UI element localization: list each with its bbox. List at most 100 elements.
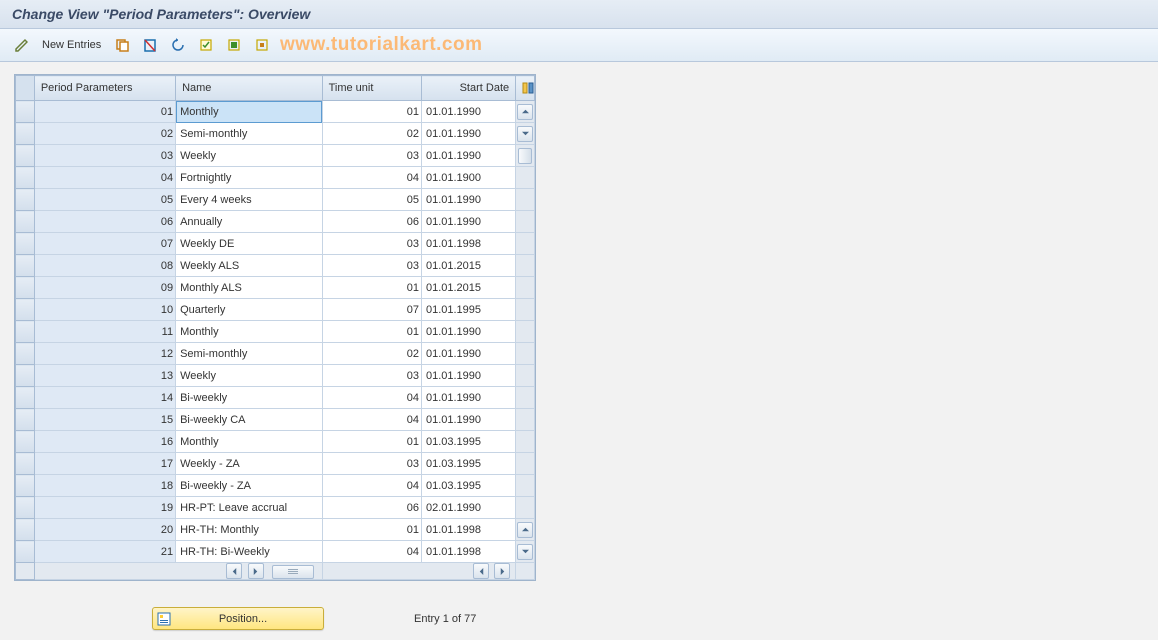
- col-start-date[interactable]: Start Date: [421, 76, 515, 101]
- cell-start-date[interactable]: 01.01.1990: [421, 211, 515, 233]
- cell-time-unit[interactable]: 06: [322, 211, 421, 233]
- cell-time-unit[interactable]: 02: [322, 123, 421, 145]
- cell-start-date[interactable]: 01.03.1995: [421, 431, 515, 453]
- toggle-change-icon[interactable]: [10, 34, 32, 56]
- cell-name[interactable]: HR-PT: Leave accrual: [176, 497, 322, 519]
- cell-name[interactable]: Semi-monthly: [176, 123, 322, 145]
- cell-period-parameters[interactable]: 18: [34, 475, 175, 497]
- cell-period-parameters[interactable]: 01: [34, 101, 175, 123]
- cell-period-parameters[interactable]: 11: [34, 321, 175, 343]
- row-selector[interactable]: [16, 299, 35, 321]
- cell-start-date[interactable]: 01.01.1990: [421, 321, 515, 343]
- cell-name[interactable]: Bi-weekly CA: [176, 409, 322, 431]
- cell-name[interactable]: HR-TH: Bi-Weekly: [176, 541, 322, 563]
- cell-start-date[interactable]: 01.01.1990: [421, 365, 515, 387]
- cell-time-unit[interactable]: 01: [322, 321, 421, 343]
- col-name[interactable]: Name: [176, 76, 322, 101]
- select-all-icon[interactable]: [195, 34, 217, 56]
- hscroll2-right-btn[interactable]: [494, 563, 510, 579]
- cell-start-date[interactable]: 01.01.1998: [421, 519, 515, 541]
- table-config-icon[interactable]: [516, 76, 535, 101]
- cell-time-unit[interactable]: 06: [322, 497, 421, 519]
- cell-period-parameters[interactable]: 21: [34, 541, 175, 563]
- cell-time-unit[interactable]: 03: [322, 145, 421, 167]
- cell-name[interactable]: Annually: [176, 211, 322, 233]
- cell-period-parameters[interactable]: 05: [34, 189, 175, 211]
- col-time-unit[interactable]: Time unit: [322, 76, 421, 101]
- row-selector[interactable]: [16, 277, 35, 299]
- row-selector[interactable]: [16, 409, 35, 431]
- hscroll-thumb[interactable]: [272, 565, 314, 579]
- position-button[interactable]: Position...: [152, 607, 324, 630]
- cell-start-date[interactable]: 01.01.1995: [421, 299, 515, 321]
- cell-time-unit[interactable]: 04: [322, 409, 421, 431]
- cell-period-parameters[interactable]: 13: [34, 365, 175, 387]
- cell-period-parameters[interactable]: 19: [34, 497, 175, 519]
- row-selector[interactable]: [16, 519, 35, 541]
- row-selector[interactable]: [16, 167, 35, 189]
- cell-name[interactable]: Bi-weekly: [176, 387, 322, 409]
- row-selector[interactable]: [16, 343, 35, 365]
- cell-period-parameters[interactable]: 08: [34, 255, 175, 277]
- cell-start-date[interactable]: 01.01.1990: [421, 101, 515, 123]
- cell-name[interactable]: Fortnightly: [176, 167, 322, 189]
- new-entries-button[interactable]: New Entries: [38, 39, 105, 51]
- cell-period-parameters[interactable]: 02: [34, 123, 175, 145]
- cell-time-unit[interactable]: 07: [322, 299, 421, 321]
- select-block-icon[interactable]: [223, 34, 245, 56]
- cell-time-unit[interactable]: 04: [322, 541, 421, 563]
- row-selector[interactable]: [16, 233, 35, 255]
- cell-start-date[interactable]: 01.01.1998: [421, 233, 515, 255]
- select-all-rows[interactable]: [16, 76, 35, 101]
- delete-icon[interactable]: [139, 34, 161, 56]
- cell-start-date[interactable]: 01.01.1990: [421, 343, 515, 365]
- cell-start-date[interactable]: 01.01.1900: [421, 167, 515, 189]
- hscroll-right-btn[interactable]: [248, 563, 264, 579]
- cell-time-unit[interactable]: 05: [322, 189, 421, 211]
- cell-time-unit[interactable]: 03: [322, 365, 421, 387]
- cell-name[interactable]: Bi-weekly - ZA: [176, 475, 322, 497]
- cell-period-parameters[interactable]: 09: [34, 277, 175, 299]
- cell-name[interactable]: Monthly: [176, 321, 322, 343]
- cell-name[interactable]: Semi-monthly: [176, 343, 322, 365]
- cell-start-date[interactable]: 01.01.1998: [421, 541, 515, 563]
- cell-start-date[interactable]: 01.01.1990: [421, 387, 515, 409]
- cell-time-unit[interactable]: 01: [322, 277, 421, 299]
- cell-time-unit[interactable]: 04: [322, 387, 421, 409]
- cell-time-unit[interactable]: 03: [322, 453, 421, 475]
- row-selector[interactable]: [16, 189, 35, 211]
- row-selector[interactable]: [16, 145, 35, 167]
- row-selector[interactable]: [16, 321, 35, 343]
- vscroll-down-btn[interactable]: [516, 123, 535, 145]
- cell-time-unit[interactable]: 04: [322, 167, 421, 189]
- cell-start-date[interactable]: 02.01.1990: [421, 497, 515, 519]
- cell-name[interactable]: Monthly ALS: [176, 277, 322, 299]
- vscroll-up-btn-bottom[interactable]: [516, 519, 535, 541]
- cell-name[interactable]: HR-TH: Monthly: [176, 519, 322, 541]
- vscroll-down-btn-bottom[interactable]: [516, 541, 535, 563]
- cell-time-unit[interactable]: 01: [322, 101, 421, 123]
- cell-start-date[interactable]: 01.01.2015: [421, 255, 515, 277]
- cell-period-parameters[interactable]: 20: [34, 519, 175, 541]
- row-selector[interactable]: [16, 211, 35, 233]
- cell-start-date[interactable]: 01.01.1990: [421, 123, 515, 145]
- hscroll-left-btn[interactable]: [226, 563, 242, 579]
- cell-name[interactable]: Weekly DE: [176, 233, 322, 255]
- cell-time-unit[interactable]: 01: [322, 431, 421, 453]
- cell-period-parameters[interactable]: 03: [34, 145, 175, 167]
- row-selector[interactable]: [16, 453, 35, 475]
- cell-period-parameters[interactable]: 16: [34, 431, 175, 453]
- cell-name[interactable]: Weekly: [176, 365, 322, 387]
- undo-icon[interactable]: [167, 34, 189, 56]
- cell-period-parameters[interactable]: 14: [34, 387, 175, 409]
- cell-name[interactable]: Monthly: [176, 101, 322, 123]
- row-selector[interactable]: [16, 365, 35, 387]
- row-selector[interactable]: [16, 101, 35, 123]
- row-selector[interactable]: [16, 255, 35, 277]
- cell-period-parameters[interactable]: 04: [34, 167, 175, 189]
- row-selector[interactable]: [16, 541, 35, 563]
- cell-period-parameters[interactable]: 15: [34, 409, 175, 431]
- col-period-parameters[interactable]: Period Parameters: [34, 76, 175, 101]
- row-selector[interactable]: [16, 123, 35, 145]
- cell-period-parameters[interactable]: 17: [34, 453, 175, 475]
